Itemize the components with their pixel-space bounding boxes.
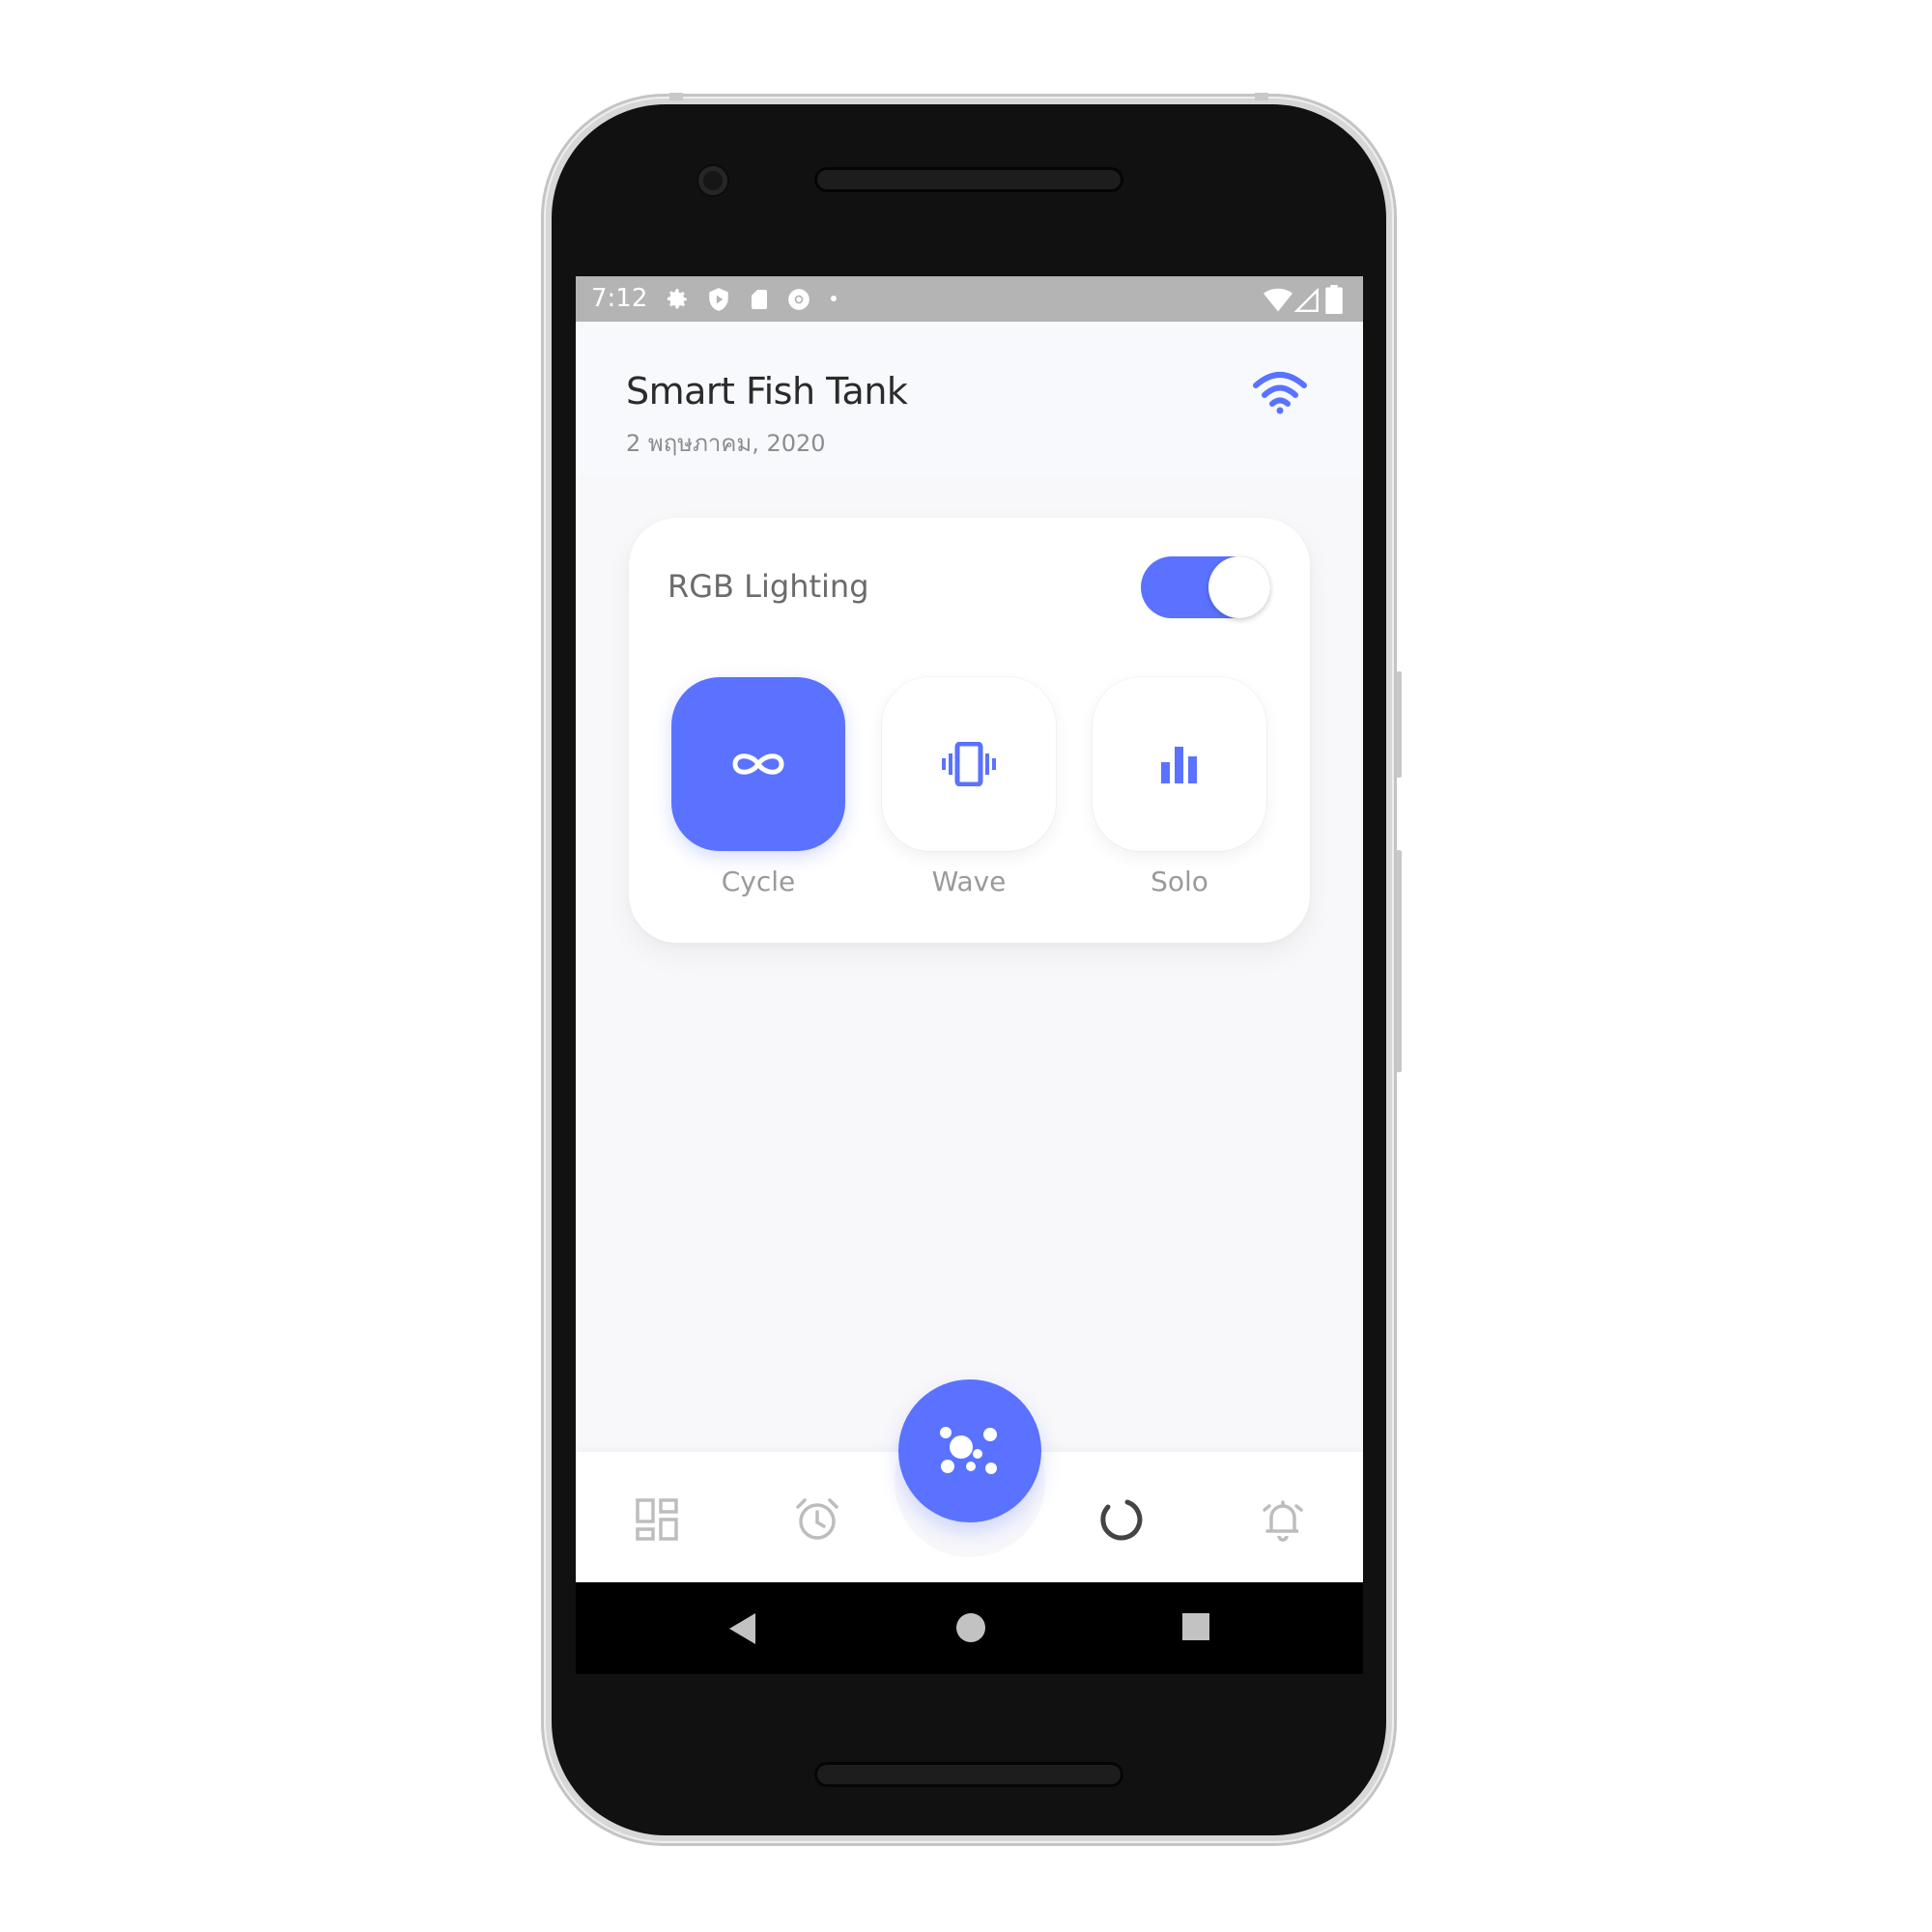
status-bar: 7:12 xyxy=(576,276,1363,322)
shield-play-icon xyxy=(709,288,728,311)
home-icon[interactable] xyxy=(954,1611,987,1644)
page-date: 2 พฤษภาคม, 2020 xyxy=(626,430,826,457)
frame-nub xyxy=(1255,93,1268,100)
fab-button[interactable] xyxy=(898,1379,1041,1522)
toggle-knob xyxy=(1208,556,1270,618)
alarm-clock-icon[interactable] xyxy=(794,1496,840,1543)
screen: 7:12 Smart Fish Tank 2 พฤษภาคม, 2020 RGB… xyxy=(576,276,1363,1674)
fab-bubbles-icon xyxy=(940,1427,997,1474)
back-icon[interactable] xyxy=(726,1611,759,1646)
wifi-signal-icon xyxy=(1264,288,1293,312)
wifi-icon[interactable] xyxy=(1252,370,1308,414)
frame-nub xyxy=(669,93,683,100)
battery-icon xyxy=(1325,285,1343,314)
cell-signal-icon xyxy=(1294,287,1319,312)
top-speaker xyxy=(814,167,1123,192)
mode-solo-label: Solo xyxy=(1151,866,1208,897)
bar-chart-icon xyxy=(1161,747,1197,783)
bell-icon[interactable] xyxy=(1260,1496,1306,1543)
recents-icon[interactable] xyxy=(1180,1611,1211,1642)
mode-cycle-label: Cycle xyxy=(721,866,796,897)
mode-cycle-button[interactable] xyxy=(671,677,845,851)
power-button xyxy=(1396,850,1402,1072)
loading-ring-icon[interactable] xyxy=(1098,1496,1145,1543)
chrome-icon xyxy=(788,289,810,310)
volume-button xyxy=(1396,671,1402,778)
bottom-speaker xyxy=(814,1762,1123,1787)
rgb-lighting-toggle[interactable] xyxy=(1141,556,1270,618)
vibrate-icon xyxy=(942,742,996,786)
page-title: Smart Fish Tank xyxy=(626,370,908,412)
app-header: Smart Fish Tank 2 พฤษภาคม, 2020 xyxy=(576,322,1363,476)
settings-icon xyxy=(667,289,687,309)
status-time: 7:12 xyxy=(591,284,648,313)
sd-card-icon xyxy=(752,290,767,309)
rgb-lighting-card: RGB Lighting Cycle Wave Solo xyxy=(629,518,1310,943)
rgb-lighting-title: RGB Lighting xyxy=(668,568,869,605)
dashboard-icon[interactable] xyxy=(634,1496,680,1543)
mode-wave-label: Wave xyxy=(931,866,1007,897)
mode-wave-button[interactable] xyxy=(882,677,1056,851)
dot-icon xyxy=(831,296,837,301)
mode-solo-button[interactable] xyxy=(1093,677,1266,851)
infinity-icon xyxy=(732,753,784,775)
front-camera xyxy=(698,166,727,195)
system-nav-bar xyxy=(576,1582,1363,1674)
